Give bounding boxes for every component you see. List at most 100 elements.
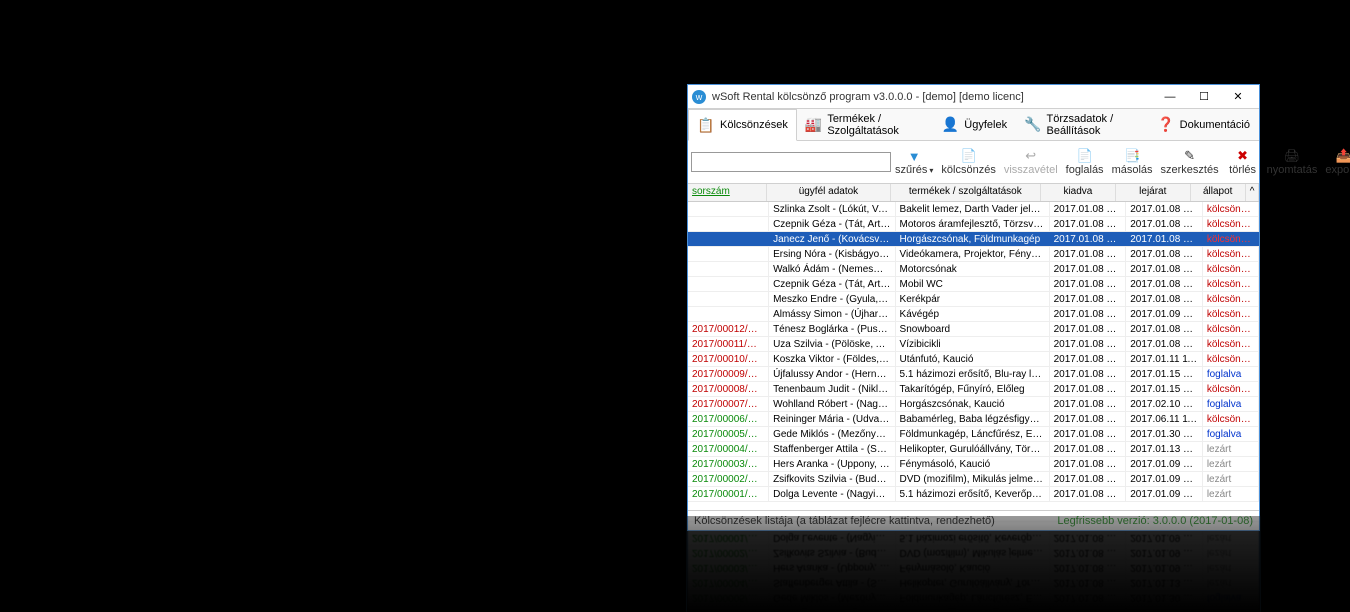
cell-lejarat: 2017.01.08 16:00 — [1126, 337, 1203, 351]
table-row[interactable]: 2017/00012/DEMOTénesz Boglárka - (Puszta… — [688, 322, 1259, 337]
toolbar-visszavétel: ↩visszavétel — [1000, 144, 1062, 180]
cell-kiadva: 2017.01.08 11:00 — [1050, 367, 1127, 381]
cell-sorszam: 2017/00003/DEMO — [688, 457, 769, 471]
toolbar-szerkesztés[interactable]: ✎szerkesztés — [1157, 144, 1223, 180]
grid-header: sorszám ügyfél adatok termékek / szolgál… — [688, 184, 1259, 202]
cell-termek: Bakelit lemez, Darth Vader jelmez, Kever… — [896, 202, 1050, 216]
cell-allapot: foglalva — [1203, 397, 1259, 411]
toolbar-foglalás[interactable]: 📄foglalás — [1062, 144, 1108, 180]
table-row[interactable]: 2017/00007/DEMOWohlland Róbert - (Nagyká… — [688, 397, 1259, 412]
toolbar-nyomtatás[interactable]: 🖨nyomtatás — [1263, 144, 1322, 180]
table-row[interactable]: 2017/00011/DEMOUza Szilvia - (Pölöske, A… — [688, 337, 1259, 352]
table-row[interactable]: Czepnik Géza - (Tát, Artúr utca 14Motoro… — [688, 217, 1259, 232]
toolbar-törlés[interactable]: ✖törlés — [1223, 144, 1263, 180]
toolbar-label: export▾ — [1325, 164, 1350, 176]
table-row[interactable]: 2017/00004/DEMOStaffenberger Attila - (S… — [688, 575, 1259, 590]
table-row[interactable]: 2017/00005/DEMOGede Miklós - (Mezőnyárád… — [688, 427, 1259, 442]
cell-termek: DVD (mozifilm), Mikulás jelmez, Előleg — [896, 472, 1050, 486]
cell-kiadva: 2017.01.08 11:00 — [1050, 202, 1127, 216]
cell-termek: Horgászcsónak, Földmunkagép — [896, 232, 1050, 246]
szűrés-icon: ▼ — [906, 148, 922, 164]
table-row[interactable]: 2017/00001/DEMODolga Levente - (Nagyigmá… — [688, 487, 1259, 502]
cell-ugyfel: Hers Aranka - (Uppony, Ferenczy — [769, 457, 895, 471]
toolbar-másolás[interactable]: 📑másolás — [1108, 144, 1157, 180]
table-row[interactable]: 2017/00004/DEMOStaffenberger Attila - (S… — [688, 442, 1259, 457]
cell-kiadva: 2017.01.08 11:00 — [1050, 397, 1127, 411]
table-row[interactable]: 2017/00010/DEMOKoszka Viktor - (Földes, … — [688, 352, 1259, 367]
cell-sorszam: 2017/00004/DEMO — [688, 442, 769, 456]
cell-lejarat: 2017.02.10 11:00 — [1126, 397, 1203, 411]
col-lejarat[interactable]: lejárat — [1116, 184, 1191, 201]
col-allapot[interactable]: állapot — [1191, 184, 1246, 201]
cell-kiadva: 2017.01.08 11:00 — [1050, 262, 1127, 276]
application-window: w wSoft Rental kölcsönző program v3.0.0.… — [687, 84, 1260, 531]
grid-body[interactable]: Szlinka Zsolt - (Lókút, Vadorzó uBakelit… — [688, 522, 1259, 612]
cell-ugyfel: Ténesz Boglárka - (Pusztakovácsi — [769, 322, 895, 336]
cell-lejarat: 2017.01.08 12:00 — [1126, 247, 1203, 261]
cell-lejarat: 2017.01.13 11:00 — [1126, 576, 1203, 590]
cell-lejarat: 2017.01.11 11:00 — [1126, 352, 1203, 366]
tab-3[interactable]: 🔧Törzsadatok / Beállítások — [1016, 109, 1149, 140]
table-row[interactable]: Meszko Endre - (Gyula, Lívia utcaKerékpá… — [688, 292, 1259, 307]
cell-termek: 5.1 házimozi erősítő, Blu-ray lemez (moz… — [896, 367, 1050, 381]
toolbar-label: kölcsönzés — [941, 164, 995, 176]
toolbar-export[interactable]: 📤export▾ — [1321, 144, 1350, 180]
table-row[interactable]: Szlinka Zsolt - (Lókút, Vadorzó uBakelit… — [688, 202, 1259, 217]
table-row[interactable]: 2017/00001/DEMODolga Levente - (Nagyigmá… — [688, 530, 1259, 545]
table-row[interactable]: 2017/00008/DEMOTenenbaum Judit - (Nikla,… — [688, 382, 1259, 397]
table-row[interactable]: 2017/00009/DEMOÚjfalussy Andor - (Hernyé… — [688, 367, 1259, 382]
table-row[interactable]: 2017/00006/DEMOReininger Mária - (Udvar,… — [688, 412, 1259, 427]
cell-ugyfel: Uza Szilvia - (Pölöske, Ajak utca 1 — [769, 337, 895, 351]
cell-allapot: kölcsönözve — [1203, 412, 1259, 426]
table-row[interactable]: 2017/00006/DEMOReininger Mária - (Udvar,… — [688, 605, 1259, 612]
cell-lejarat: 2017.06.11 11:00 — [1126, 412, 1203, 426]
col-ugyfel[interactable]: ügyfél adatok — [767, 184, 890, 201]
table-row[interactable]: 2017/00003/DEMOHers Aranka - (Uppony, Fe… — [688, 457, 1259, 472]
cell-kiadva: 2017.01.08 11:00 — [1050, 442, 1127, 456]
maximize-button[interactable]: ☐ — [1187, 86, 1221, 108]
cell-allapot: kölcsönözve — [1203, 217, 1259, 231]
tab-label: Termékek / Szolgáltatások — [827, 113, 924, 137]
cell-ugyfel: Dolga Levente - (Nagyigmánd, B — [769, 487, 895, 501]
tab-icon: ❓ — [1157, 116, 1175, 134]
table-row[interactable]: 2017/00002/DEMOZsifkovits Szilvia - (Bud… — [688, 472, 1259, 487]
cell-lejarat: 2017.01.09 11:00 — [1126, 531, 1203, 545]
minimize-button[interactable]: — — [1153, 86, 1187, 108]
cell-termek: Fénymásoló, Kaució — [896, 457, 1050, 471]
toolbar-szűrés[interactable]: ▼szűrés▾ — [891, 144, 937, 180]
col-termek[interactable]: termékek / szolgáltatások — [891, 184, 1041, 201]
cell-sorszam: 2017/00007/DEMO — [688, 397, 769, 411]
close-button[interactable]: ✕ — [1221, 86, 1255, 108]
col-sorszam[interactable]: sorszám — [688, 184, 767, 201]
table-row[interactable]: Walkó Ádám - (Nemesmedves, DMotorcsónak2… — [688, 262, 1259, 277]
table-row[interactable]: 2017/00002/DEMOZsifkovits Szilvia - (Bud… — [688, 545, 1259, 560]
search-input[interactable] — [691, 152, 891, 172]
foglalás-icon: 📄 — [1077, 148, 1093, 164]
cell-termek: Babamérleg, Baba légzésfigyelő, Kaució — [896, 606, 1050, 612]
cell-sorszam: 2017/00005/DEMO — [688, 427, 769, 441]
table-row[interactable]: Czepnik Géza - (Tát, Artúr utca 14Mobil … — [688, 277, 1259, 292]
cell-allapot: kölcsönözve — [1203, 277, 1259, 291]
cell-lejarat: 2017.01.08 13:00 — [1126, 322, 1203, 336]
cell-ugyfel: Tenenbaum Judit - (Nikla, Zsolt u — [769, 382, 895, 396]
tab-0[interactable]: 📋Kölcsönzések — [688, 109, 797, 141]
table-row[interactable]: 2017/00003/DEMOHers Aranka - (Uppony, Fe… — [688, 560, 1259, 575]
cell-lejarat: 2017.01.09 08:00 — [1126, 307, 1203, 321]
cell-termek: Motoros áramfejlesztő, Törzsvásárlói ked… — [896, 217, 1050, 231]
application-window: w wSoft Rental kölcsönző program v3.0.0.… — [687, 516, 1260, 612]
table-row[interactable]: Ersing Nóra - (Kisbágyon, CibakhVideókam… — [688, 247, 1259, 262]
cell-ugyfel: Gede Miklós - (Mezőnyárád, Elen — [769, 591, 895, 605]
cell-kiadva: 2017.01.08 11:00 — [1050, 591, 1127, 605]
grid-body[interactable]: Szlinka Zsolt - (Lókút, Vadorzó uBakelit… — [688, 202, 1259, 510]
tab-4[interactable]: ❓Dokumentáció — [1149, 109, 1259, 140]
table-row[interactable]: Janecz Jenő - (Kovácsvágás, HegHorgászcs… — [688, 232, 1259, 247]
tab-1[interactable]: 🏭Termékek / Szolgáltatások — [797, 109, 933, 140]
col-kiadva[interactable]: kiadva — [1041, 184, 1116, 201]
table-row[interactable]: 2017/00005/DEMOGede Miklós - (Mezőnyárád… — [688, 590, 1259, 605]
table-row[interactable]: Almássy Simon - (Újhartyán, AcéKávégép20… — [688, 307, 1259, 322]
toolbar-kölcsönzés[interactable]: 📄kölcsönzés — [937, 144, 999, 180]
titlebar: w wSoft Rental kölcsönző program v3.0.0.… — [688, 85, 1259, 109]
tab-2[interactable]: 👤Ügyfelek — [933, 109, 1016, 140]
cell-kiadva: 2017.01.08 11:00 — [1050, 292, 1127, 306]
cell-ugyfel: Szlinka Zsolt - (Lókút, Vadorzó u — [769, 202, 895, 216]
